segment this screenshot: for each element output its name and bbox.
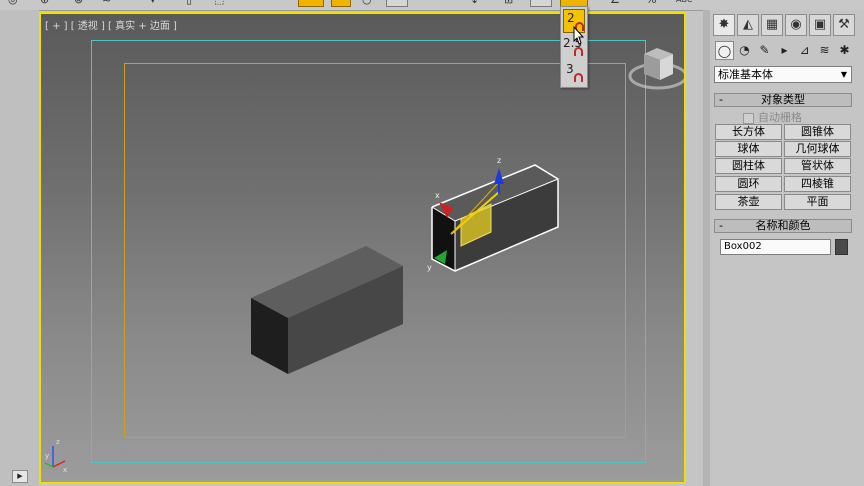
display-tab-icon[interactable]: ▣ [809, 14, 831, 36]
create-tab-icon[interactable]: ✸ [713, 14, 735, 36]
select-icon[interactable]: ◎ [8, 0, 18, 6]
viewcube[interactable] [628, 48, 684, 90]
snap-3d-option[interactable]: 3 [563, 61, 585, 85]
cameras-icon[interactable]: ▸ [775, 41, 794, 60]
autogrid-label: 自动栅格 [758, 111, 802, 124]
geometry-icon[interactable]: ◯ [715, 41, 734, 60]
name-color-rollout[interactable]: - 名称和颜色 [714, 219, 852, 233]
hierarchy-tab-icon[interactable]: ▦ [761, 14, 783, 36]
reference-coord-icon[interactable]: ↕ [470, 0, 479, 6]
tripod-z-label: z [56, 438, 60, 446]
teapot-button[interactable]: 茶壶 [715, 194, 782, 210]
systems-icon[interactable]: ✱ [835, 41, 854, 60]
geosphere-button[interactable]: 几何球体 [784, 141, 851, 157]
magnet-icon [574, 47, 583, 56]
window-crossing-button[interactable] [298, 0, 324, 7]
mirror-button[interactable] [530, 0, 552, 7]
box-button[interactable]: 长方体 [715, 124, 782, 140]
cylinder-button[interactable]: 圆柱体 [715, 158, 782, 174]
collapse-icon: - [719, 219, 723, 232]
plane-button[interactable]: 平面 [784, 194, 851, 210]
axis-tripod: z y x [44, 438, 67, 474]
helpers-icon[interactable]: ⊿ [795, 41, 814, 60]
gizmo-z-label: z [497, 156, 501, 165]
checkbox-icon [743, 112, 754, 124]
left-strip: ▶ [0, 10, 39, 486]
collapse-icon: - [719, 93, 723, 106]
perspective-viewport[interactable]: [ + ] [ 透视 ] [ 真实 + 边面 ] z x y z y x [39, 12, 686, 484]
sphere-button[interactable]: 球体 [715, 141, 782, 157]
link-icon[interactable]: ⊕ [40, 0, 49, 6]
pyramid-button[interactable]: 四棱锥 [784, 176, 851, 192]
tripod-y-label: y [45, 452, 49, 460]
snap-3d-label: 3 [566, 62, 574, 76]
select-region-icon[interactable]: ⬚ [214, 0, 224, 6]
select-object-icon[interactable]: ▯ [186, 0, 192, 6]
box001[interactable] [251, 246, 403, 374]
command-panel: ✸ ◭ ▦ ◉ ▣ ⚒ ◯ ◔ ✎ ▸ ⊿ ≋ ✱ 标准基本体 ▼ - 对象类型… [710, 10, 864, 486]
angle-snap-icon[interactable]: ∠ [610, 0, 620, 6]
gizmo-x-label: x [435, 191, 440, 200]
motion-tab-icon[interactable]: ◉ [785, 14, 807, 36]
category-value: 标准基本体 [718, 68, 773, 81]
mouse-cursor-icon [573, 26, 585, 45]
gizmo-y-label: y [427, 263, 432, 272]
play-button[interactable]: ▶ [12, 470, 28, 483]
category-dropdown[interactable]: 标准基本体 ▼ [714, 66, 852, 83]
percent-snap-icon[interactable]: % [646, 0, 656, 6]
magnet-icon [574, 73, 583, 82]
move-button[interactable] [331, 0, 351, 7]
spacewarps-icon[interactable]: ≋ [815, 41, 834, 60]
shapes-icon[interactable]: ◔ [735, 41, 754, 60]
pivot-icon[interactable]: ⊞ [504, 0, 513, 6]
object-name-field[interactable]: Box002 [720, 239, 831, 255]
panel-divider [703, 10, 710, 486]
snap-2d-label: 2 [567, 11, 575, 25]
object-type-rollout[interactable]: - 对象类型 [714, 93, 852, 107]
unlink-icon[interactable]: ⊗ [74, 0, 83, 6]
chevron-down-icon: ▼ [840, 70, 847, 79]
snap-type-flyout: 2 2.5 3 [560, 6, 588, 88]
torus-button[interactable]: 圆环 [715, 176, 782, 192]
utilities-tab-icon[interactable]: ⚒ [833, 14, 855, 36]
cone-button[interactable]: 圆锥体 [784, 124, 851, 140]
bind-icon[interactable]: ≈ [102, 0, 111, 6]
filter-icon[interactable]: ▾ [150, 0, 156, 6]
object-color-swatch[interactable] [835, 239, 848, 255]
scale-button[interactable] [386, 0, 408, 7]
name-color-title: 名称和颜色 [755, 219, 811, 232]
spelling-icon[interactable]: ABC [676, 0, 692, 6]
lights-icon[interactable]: ✎ [755, 41, 774, 60]
tripod-x-label: x [63, 466, 67, 474]
autogrid-checkbox[interactable]: 自动栅格 [743, 109, 802, 125]
object-type-title: 对象类型 [761, 93, 805, 106]
rotate-icon[interactable]: ○ [362, 0, 372, 6]
tube-button[interactable]: 管状体 [784, 158, 851, 174]
modify-tab-icon[interactable]: ◭ [737, 14, 759, 36]
